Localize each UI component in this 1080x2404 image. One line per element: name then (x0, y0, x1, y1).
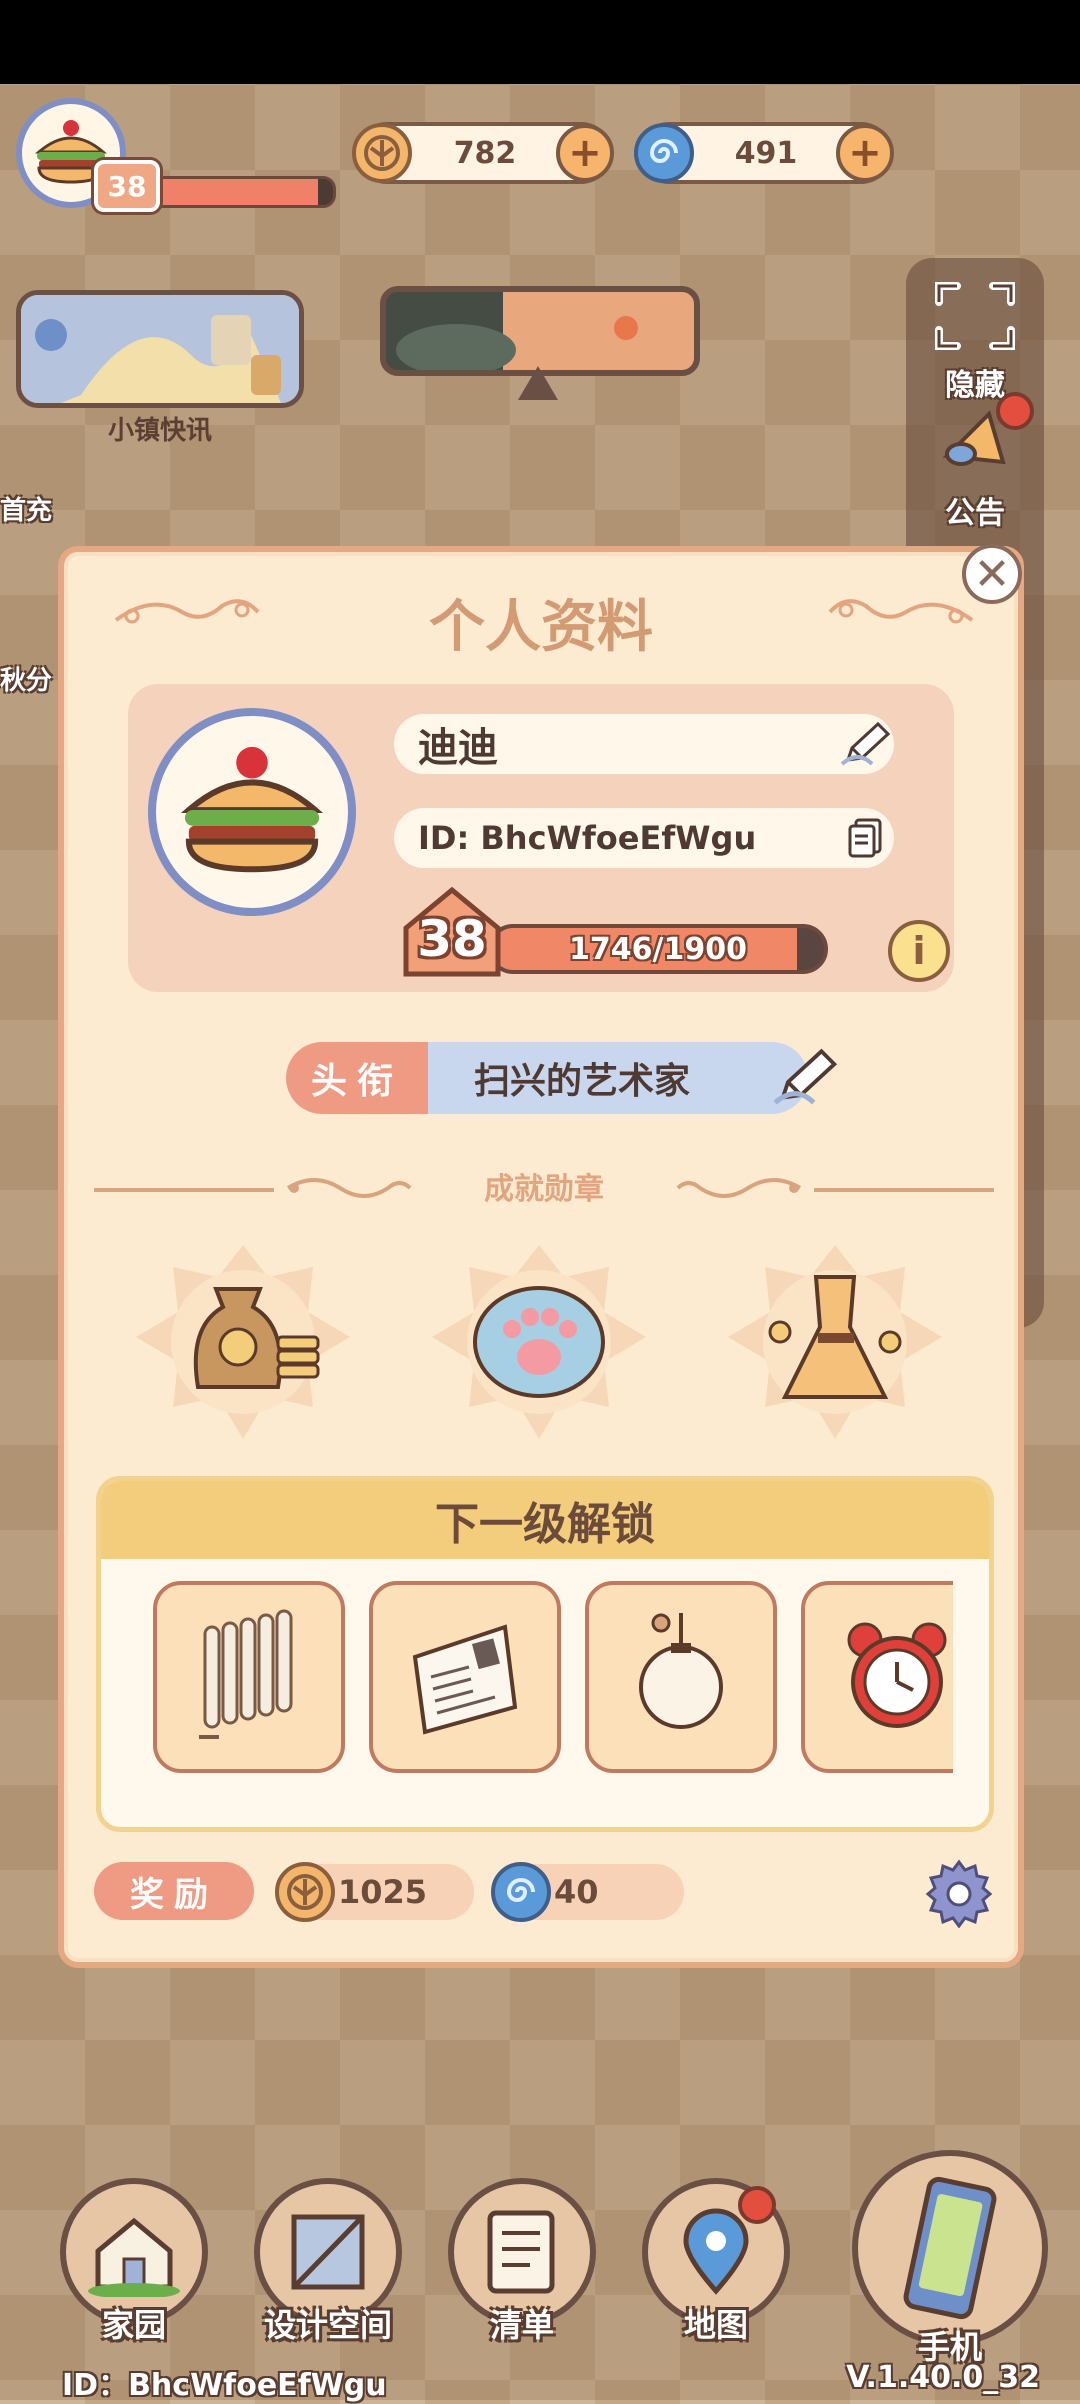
radiator-icon (199, 1609, 293, 1739)
player-xp-bar-fill (148, 179, 319, 205)
nav-map-label: 地图 (683, 2306, 748, 2344)
reward-gems-value: 40 (554, 1873, 599, 1911)
title-row: 头衔 扫兴的艺术家 (286, 1042, 838, 1114)
player-name: 迪迪 (418, 725, 498, 771)
unlock-items-list[interactable] (153, 1581, 953, 1781)
profile-card: 迪迪 ID: BhcWfoeEfWgu 1746/1900 38 i (128, 684, 954, 992)
status-bar (0, 0, 1080, 84)
weather-indicator (380, 286, 700, 376)
achievement-medal-dress[interactable] (716, 1232, 954, 1452)
sun-icon (396, 316, 638, 370)
weather-pointer (518, 366, 558, 400)
player-level-badge: 38 (94, 160, 160, 212)
announcement-label: 公告 (945, 496, 1005, 531)
achievement-medal-coin-bag[interactable] (124, 1232, 362, 1452)
coin-icon (272, 1859, 338, 1925)
title-value: 扫兴的艺术家 (428, 1042, 808, 1114)
lamp-icon (639, 1613, 723, 1729)
burger-icon (180, 746, 324, 873)
achievements-label: 成就勋章 (484, 1172, 604, 1207)
phone-icon (903, 2176, 997, 2320)
bottom-player-id: ID：BhcWfoeEfWgu (62, 2368, 387, 2403)
player-id: ID: BhcWfoeEfWgu (418, 819, 757, 857)
next-level-unlock-panel: 下一级解锁 (96, 1476, 994, 1832)
coin-icon (350, 121, 414, 185)
paw-icon (432, 1245, 646, 1439)
gem-counter: 491 + (634, 122, 894, 184)
reward-gems: 40 (491, 1862, 684, 1922)
fullscreen-icon (935, 282, 1015, 350)
level-info-button[interactable]: i (888, 920, 950, 982)
gear-icon (925, 1859, 993, 1928)
reward-coins-value: 1025 (338, 1873, 428, 1911)
id-field: ID: BhcWfoeEfWgu (394, 808, 894, 868)
unlock-item-lamp[interactable] (585, 1581, 777, 1773)
hide-button[interactable]: 隐藏 (915, 280, 1035, 404)
title-tag: 头衔 (286, 1042, 428, 1114)
profile-xp-text: 1746/1900 (569, 931, 747, 967)
unlock-item-alarm-clock[interactable] (801, 1581, 953, 1773)
profile-avatar[interactable] (148, 708, 356, 916)
pencil-icon (773, 1048, 838, 1105)
coin-counter: 782 + (352, 122, 614, 184)
copy-id-button[interactable] (838, 814, 894, 862)
house-icon (88, 2217, 180, 2297)
name-field: 迪迪 (394, 714, 894, 774)
coin-bag-icon (136, 1245, 350, 1439)
copy-icon (848, 818, 882, 858)
info-icon: i (912, 929, 926, 973)
profile-modal: 个人资料 ✕ 迪迪 ID: BhcWfoeEfWgu 1746/1900 38 … (58, 544, 1024, 1968)
reward-row: 奖励 1025 40 (94, 1858, 994, 1928)
dress-icon (728, 1245, 942, 1439)
profile-level-badge: 38 (400, 884, 504, 980)
edit-name-button[interactable] (838, 720, 894, 768)
player-xp-bar (145, 176, 336, 208)
news-thumbnail-icon (21, 295, 299, 403)
achievement-medal-paw[interactable] (420, 1232, 658, 1452)
gem-count: 491 (734, 135, 798, 171)
reward-label: 奖励 (94, 1862, 254, 1920)
edit-title-button[interactable] (770, 1042, 842, 1116)
close-icon: ✕ (973, 548, 1011, 600)
nav-phone-button[interactable] (852, 2150, 1048, 2346)
add-gems-button[interactable]: + (836, 124, 894, 182)
version-label: V.1.40.0_32 (846, 2360, 1040, 2395)
autumn-event-label[interactable]: 秋分 (0, 660, 52, 697)
first-recharge-label[interactable]: 首充 (0, 490, 52, 527)
add-coins-button[interactable]: + (556, 124, 614, 182)
swirl-gem-icon (488, 1859, 554, 1925)
nav-design-label: 设计空间 (263, 2306, 392, 2344)
swirl-gem-icon (632, 121, 696, 185)
unlock-item-radiator[interactable] (153, 1581, 345, 1773)
town-news-card[interactable] (16, 290, 304, 408)
alarm-clock-icon (847, 1622, 947, 1728)
settings-button[interactable] (924, 1858, 994, 1928)
unlock-item-poster[interactable] (369, 1581, 561, 1773)
achievements-header: 成就勋章 (94, 1164, 994, 1214)
poster-icon (412, 1624, 518, 1735)
pencil-icon (840, 721, 891, 766)
modal-title: 个人资料 (429, 595, 653, 660)
reward-coins: 1025 (275, 1862, 474, 1922)
profile-level-number: 38 (417, 910, 487, 968)
close-button[interactable]: ✕ (962, 544, 1022, 604)
nav-home-label: 家园 (101, 2306, 166, 2344)
map-notification-dot (738, 2186, 776, 2224)
blueprint-icon (291, 2214, 365, 2290)
coin-count: 782 (453, 135, 517, 171)
checklist-icon (487, 2210, 555, 2294)
nav-checklist-label: 清单 (489, 2306, 554, 2344)
next-level-unlock-title: 下一级解锁 (101, 1481, 989, 1559)
town-news-label: 小镇快讯 (107, 416, 212, 446)
announcement-notification-dot (996, 392, 1034, 430)
profile-xp-bar: 1746/1900 (488, 924, 828, 974)
